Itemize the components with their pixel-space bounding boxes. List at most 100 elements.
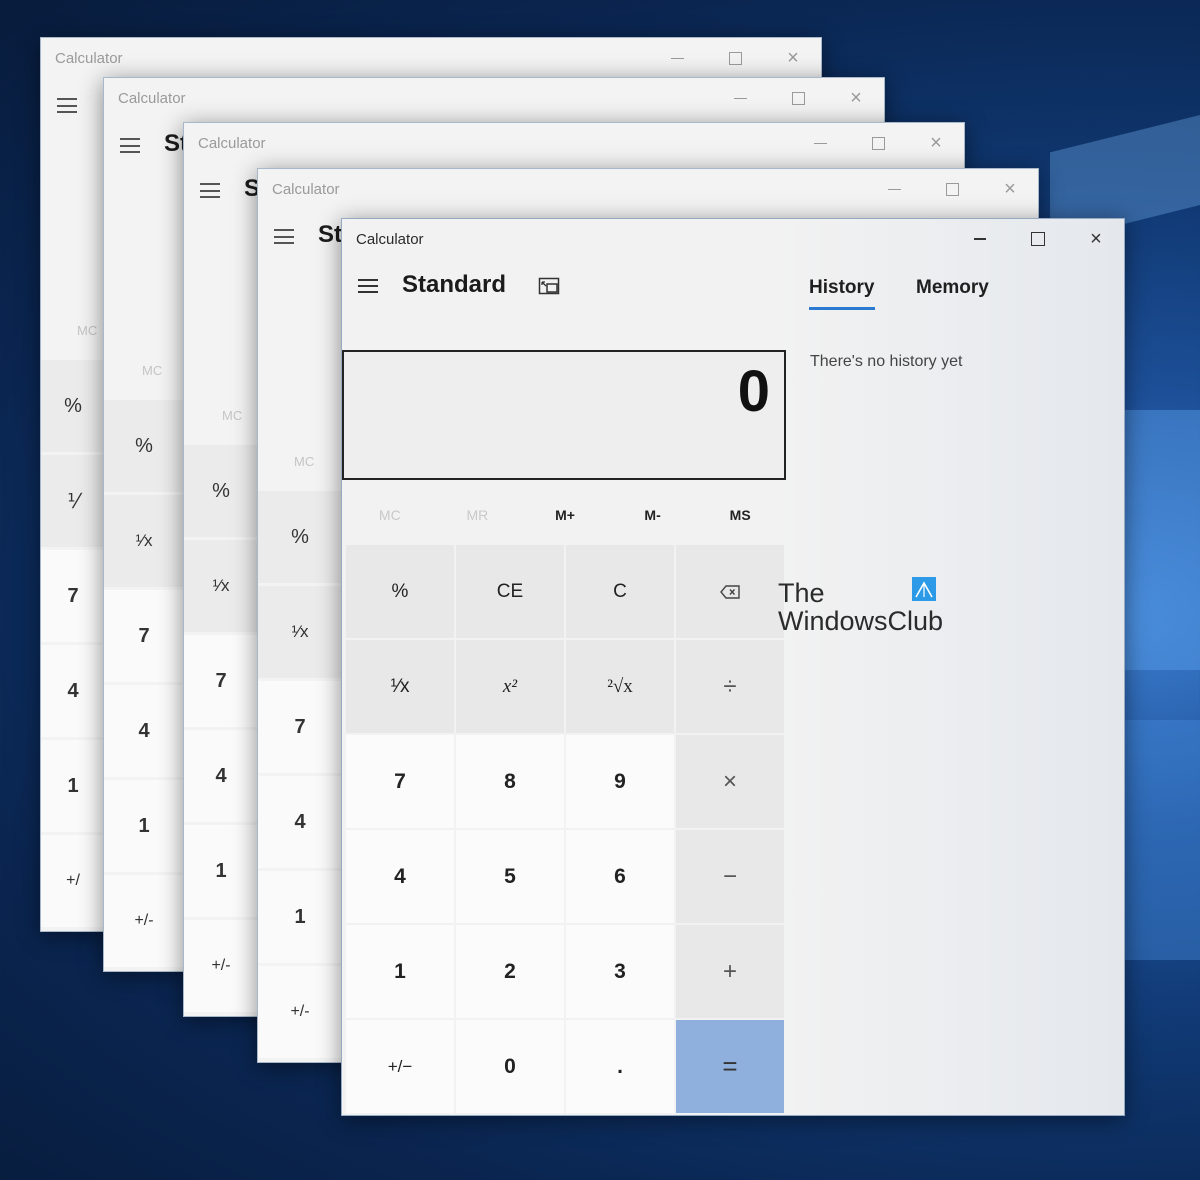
key-one[interactable]: 1 <box>346 925 454 1018</box>
minimize-button[interactable] <box>808 131 832 155</box>
key-four[interactable]: 4 <box>346 830 454 923</box>
key-eight[interactable]: 8 <box>456 735 564 828</box>
key-equals[interactable]: = <box>676 1020 784 1113</box>
memory-clear-button[interactable]: MC <box>142 363 162 378</box>
key-percent[interactable]: % <box>41 360 105 452</box>
memory-recall-button[interactable]: MR <box>434 497 522 533</box>
title-bar[interactable]: Calculator × <box>258 169 1038 209</box>
key-four[interactable]: 4 <box>184 730 258 822</box>
key-four[interactable]: 4 <box>41 645 105 737</box>
key-negate[interactable]: +/ <box>41 835 105 927</box>
memory-subtract-button[interactable]: M- <box>609 497 697 533</box>
key-reciprocal[interactable]: ¹⁄x <box>104 495 184 587</box>
hamburger-menu-icon[interactable] <box>200 183 220 198</box>
memory-clear-button[interactable]: MC <box>346 497 434 533</box>
hamburger-menu-icon[interactable] <box>120 138 140 153</box>
key-decimal[interactable]: . <box>566 1020 674 1113</box>
key-square-root[interactable]: ²√x <box>566 640 674 733</box>
minimize-button[interactable] <box>882 177 906 201</box>
close-button[interactable]: × <box>924 131 948 155</box>
memory-add-button[interactable]: M+ <box>521 497 609 533</box>
key-four[interactable]: 4 <box>104 685 184 777</box>
key-six[interactable]: 6 <box>566 830 674 923</box>
key-clear[interactable]: C <box>566 545 674 638</box>
key-reciprocal[interactable]: ¹⁄x <box>184 540 258 632</box>
key-one[interactable]: 1 <box>104 780 184 872</box>
memory-clear-button[interactable]: MC <box>222 408 242 423</box>
key-square[interactable]: x² <box>456 640 564 733</box>
hamburger-menu-icon[interactable] <box>57 98 77 113</box>
title-bar[interactable]: Calculator × <box>342 219 1124 259</box>
key-four[interactable]: 4 <box>258 776 342 868</box>
key-seven[interactable]: 7 <box>184 635 258 727</box>
title-bar[interactable]: Calculator × <box>41 38 821 78</box>
key-minus[interactable]: − <box>676 830 784 923</box>
key-negate[interactable]: +/- <box>104 875 184 967</box>
window-title: Calculator <box>356 230 424 248</box>
maximize-button[interactable] <box>786 86 810 110</box>
key-multiply[interactable]: × <box>676 735 784 828</box>
title-bar[interactable]: Calculator × <box>184 123 964 163</box>
key-backspace[interactable] <box>676 545 784 638</box>
memory-clear-button[interactable]: MC <box>77 323 97 338</box>
key-percent[interactable]: % <box>184 445 258 537</box>
maximize-icon <box>1031 232 1045 246</box>
key-one[interactable]: 1 <box>41 740 105 832</box>
close-button[interactable]: × <box>844 86 868 110</box>
calculator-window-front[interactable]: Calculator × Standard History Memory The… <box>341 218 1125 1116</box>
close-button[interactable]: × <box>998 177 1022 201</box>
key-reciprocal[interactable]: ¹⁄x <box>258 586 342 678</box>
key-five[interactable]: 5 <box>456 830 564 923</box>
close-button[interactable]: × <box>1084 227 1108 251</box>
wallpaper-light-beam <box>1125 720 1200 960</box>
windows-logo-icon <box>912 577 936 601</box>
memory-button-row: MC MR M+ M- MS <box>346 497 784 533</box>
key-one[interactable]: 1 <box>184 825 258 917</box>
key-reciprocal[interactable]: ¹⁄x <box>346 640 454 733</box>
result-display: 0 <box>342 350 786 480</box>
minimize-button[interactable] <box>728 86 752 110</box>
close-button[interactable]: × <box>781 46 805 70</box>
tab-history[interactable]: History <box>809 277 874 299</box>
minimize-button[interactable] <box>665 46 689 70</box>
key-three[interactable]: 3 <box>566 925 674 1018</box>
minimize-button[interactable] <box>968 227 992 251</box>
key-nine[interactable]: 9 <box>566 735 674 828</box>
watermark-logo: The WindowsClub <box>778 577 944 636</box>
key-zero[interactable]: 0 <box>456 1020 564 1113</box>
key-seven[interactable]: 7 <box>258 681 342 773</box>
history-empty-message: There's no history yet <box>810 353 963 370</box>
watermark-line2: WindowsClub <box>778 606 944 636</box>
hamburger-menu-icon[interactable] <box>358 279 378 293</box>
key-plus[interactable]: + <box>676 925 784 1018</box>
hamburger-menu-icon[interactable] <box>274 229 294 244</box>
key-percent[interactable]: % <box>258 491 342 583</box>
key-seven[interactable]: 7 <box>104 590 184 682</box>
key-percent[interactable]: % <box>346 545 454 638</box>
maximize-button[interactable] <box>723 46 747 70</box>
mode-title: St <box>318 221 342 248</box>
key-negate[interactable]: +/- <box>258 966 342 1058</box>
key-negate[interactable]: +/- <box>184 920 258 1012</box>
key-clear-entry[interactable]: CE <box>456 545 564 638</box>
maximize-button[interactable] <box>940 177 964 201</box>
key-two[interactable]: 2 <box>456 925 564 1018</box>
tab-memory[interactable]: Memory <box>916 277 989 299</box>
minimize-icon <box>974 238 986 240</box>
window-title: Calculator <box>118 89 186 107</box>
key-seven[interactable]: 7 <box>346 735 454 828</box>
memory-clear-button[interactable]: MC <box>294 454 314 469</box>
key-reciprocal[interactable]: ⅟ <box>41 455 105 547</box>
maximize-button[interactable] <box>1026 227 1050 251</box>
window-title: Calculator <box>55 49 123 67</box>
maximize-button[interactable] <box>866 131 890 155</box>
title-bar[interactable]: Calculator × <box>104 78 884 118</box>
key-negate[interactable]: +/− <box>346 1020 454 1113</box>
window-title: Calculator <box>198 134 266 152</box>
key-seven[interactable]: 7 <box>41 550 105 642</box>
keep-on-top-icon[interactable] <box>538 277 560 295</box>
key-percent[interactable]: % <box>104 400 184 492</box>
memory-store-button[interactable]: MS <box>696 497 784 533</box>
key-one[interactable]: 1 <box>258 871 342 963</box>
key-divide[interactable]: ÷ <box>676 640 784 733</box>
